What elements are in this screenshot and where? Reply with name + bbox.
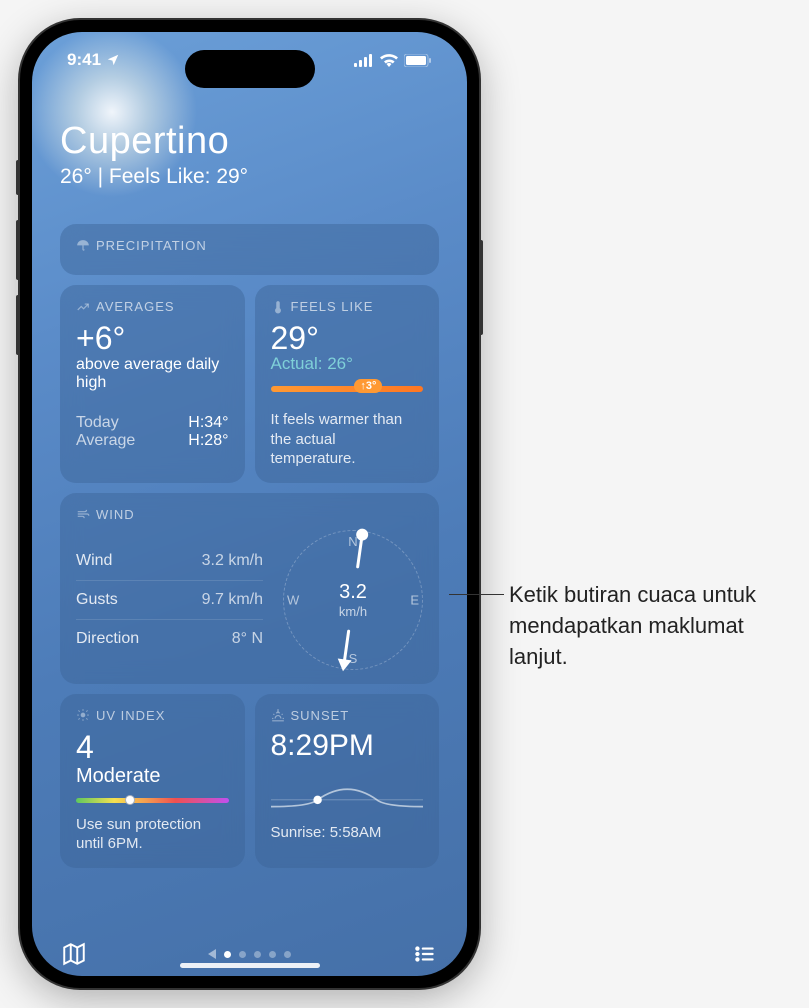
wifi-icon xyxy=(380,54,398,67)
uv-bar xyxy=(76,798,229,803)
sunset-curve xyxy=(271,771,424,816)
wind-table: Wind 3.2 km/h Gusts 9.7 km/h Direction 8… xyxy=(76,542,263,658)
power-button xyxy=(479,240,483,335)
averages-sub: above average daily high xyxy=(76,356,229,392)
feels-like-value: 29° xyxy=(216,165,248,188)
umbrella-icon xyxy=(76,239,90,253)
page-dot xyxy=(254,951,261,958)
map-button[interactable] xyxy=(60,940,88,968)
uv-desc: Use sun protection until 6PM. xyxy=(76,815,229,854)
feels-like-big-value: 29° xyxy=(271,322,424,354)
page-dot xyxy=(224,951,231,958)
averages-today-row: Today H:34° xyxy=(76,414,229,432)
volume-up-button xyxy=(16,220,20,280)
temp-summary: 26° | Feels Like: 29° xyxy=(60,165,439,189)
uv-value: 4 xyxy=(76,731,229,763)
thermometer-icon xyxy=(271,300,285,314)
feels-like-label: Feels Like: xyxy=(109,165,211,188)
battery-icon xyxy=(404,54,432,67)
weather-content: Cupertino 26° | Feels Like: 29° PRECIPIT… xyxy=(32,70,467,868)
averages-delta: +6° xyxy=(76,322,229,354)
uv-marker xyxy=(125,795,135,805)
page-dot xyxy=(239,951,246,958)
page-dot xyxy=(269,951,276,958)
status-time: 9:41 xyxy=(67,50,101,70)
feels-like-marker: ↑3° xyxy=(354,379,382,393)
wind-direction-row: Direction 8° N xyxy=(76,620,263,658)
side-button xyxy=(16,160,20,195)
location-page-dot xyxy=(208,949,216,959)
wind-title: WIND xyxy=(96,507,135,522)
precipitation-card[interactable]: PRECIPITATION xyxy=(60,224,439,275)
cellular-icon xyxy=(354,54,374,67)
precipitation-title: PRECIPITATION xyxy=(96,238,207,253)
list-icon xyxy=(412,941,438,967)
sunset-card[interactable]: SUNSET 8:29PM Sunrise: 5:58AM xyxy=(255,694,440,868)
uv-level: Moderate xyxy=(76,765,229,788)
uv-index-card[interactable]: UV INDEX 4 Moderate Use sun protection u… xyxy=(60,694,245,868)
feels-like-card[interactable]: FEELS LIKE 29° Actual: 26° ↑3° It feels … xyxy=(255,285,440,483)
wind-gusts-row: Gusts 9.7 km/h xyxy=(76,581,263,620)
feels-like-desc: It feels warmer than the actual temperat… xyxy=(271,410,424,469)
sun-icon xyxy=(76,708,90,722)
phone-screen: 9:41 Cupertino 26° | Feels Like: 29° xyxy=(32,32,467,976)
bottom-toolbar xyxy=(32,928,467,976)
feels-like-bar: ↑3° xyxy=(271,386,424,392)
map-icon xyxy=(61,941,87,967)
averages-average-row: Average H:28° xyxy=(76,432,229,450)
sunset-title: SUNSET xyxy=(291,708,350,723)
annotation-text: Ketik butiran cuaca untuk mendapatkan ma… xyxy=(509,582,756,669)
volume-down-button xyxy=(16,295,20,355)
sunrise-text: Sunrise: 5:58AM xyxy=(271,824,424,841)
location-name[interactable]: Cupertino xyxy=(60,120,439,163)
dynamic-island xyxy=(185,50,315,88)
home-indicator[interactable] xyxy=(180,963,320,968)
wind-card[interactable]: WIND Wind 3.2 km/h Gusts 9.7 km/h xyxy=(60,493,439,684)
sunset-time: 8:29PM xyxy=(271,731,424,761)
page-indicator[interactable] xyxy=(208,949,291,959)
wind-icon xyxy=(76,507,90,521)
compass-arrow xyxy=(274,520,432,678)
location-arrow-icon xyxy=(106,53,120,67)
uv-title: UV INDEX xyxy=(96,708,165,723)
current-temp: 26° xyxy=(60,165,92,188)
iphone-frame: 9:41 Cupertino 26° | Feels Like: 29° xyxy=(20,20,479,988)
sunset-icon xyxy=(271,708,285,722)
wind-speed-row: Wind 3.2 km/h xyxy=(76,542,263,581)
callout-annotation: Ketik butiran cuaca untuk mendapatkan ma… xyxy=(509,580,789,672)
wind-compass: N S E W 3.2 k xyxy=(283,530,423,670)
list-button[interactable] xyxy=(411,940,439,968)
feels-like-actual: Actual: 26° xyxy=(271,354,424,374)
averages-card[interactable]: AVERAGES +6° above average daily high To… xyxy=(60,285,245,483)
averages-title: AVERAGES xyxy=(96,299,175,314)
feels-like-title: FEELS LIKE xyxy=(291,299,374,314)
chart-icon xyxy=(76,300,90,314)
page-dot xyxy=(284,951,291,958)
